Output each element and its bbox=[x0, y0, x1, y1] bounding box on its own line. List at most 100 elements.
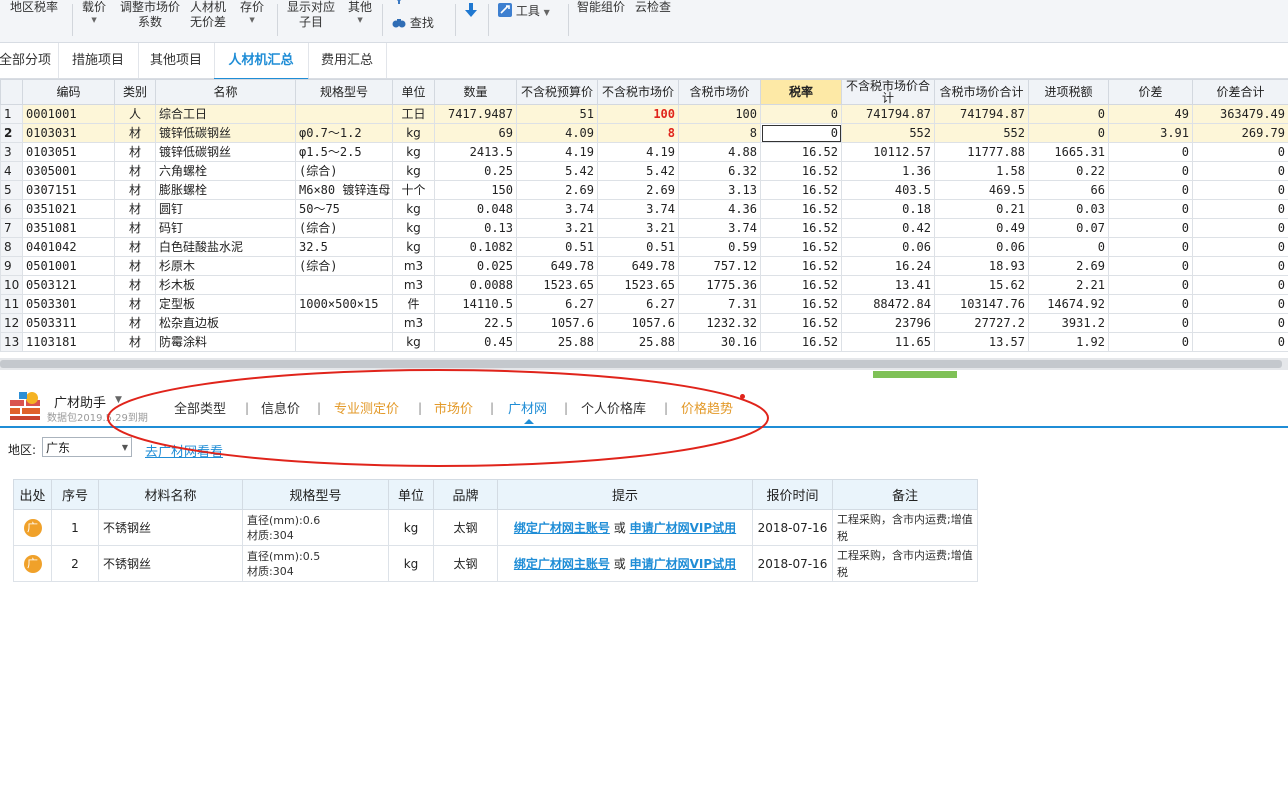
grid-cell[interactable]: 1.58 bbox=[934, 161, 1029, 181]
grid-cell[interactable]: 材 bbox=[114, 218, 156, 238]
grid-cell[interactable]: 6.27 bbox=[597, 294, 679, 314]
grid-cell[interactable]: 镀锌低碳钢丝 bbox=[155, 123, 296, 143]
grid-cell[interactable]: 3.13 bbox=[678, 180, 761, 200]
grid-cell[interactable]: 镀锌低碳钢丝 bbox=[155, 142, 296, 162]
grid-cell[interactable]: 0 bbox=[760, 104, 842, 124]
grid-cell[interactable]: m3 bbox=[392, 275, 435, 295]
table-row[interactable]: 3 0103051 材镀锌低碳钢丝 φ1.5～2.5 kg 2413.5 4.19 4.19 4… bbox=[0, 142, 1288, 162]
grid-cell[interactable]: 5.42 bbox=[597, 161, 679, 181]
grid-cell[interactable]: 材 bbox=[114, 294, 156, 314]
grid-cell[interactable]: 16.52 bbox=[760, 142, 842, 162]
grid-cell[interactable]: 18.93 bbox=[934, 256, 1029, 276]
col-header[interactable]: 含税市场价合计 bbox=[934, 79, 1029, 105]
grid-cell[interactable]: 1523.65 bbox=[597, 275, 679, 295]
grid-cell[interactable]: 0 bbox=[1108, 161, 1193, 181]
grid-cell[interactable] bbox=[295, 104, 393, 124]
grid-cell[interactable]: 材 bbox=[114, 161, 156, 181]
col-header[interactable]: 规格型号 bbox=[295, 79, 393, 105]
grid-cell[interactable]: 六角螺栓 bbox=[155, 161, 296, 181]
helper-tab-all-types[interactable]: 全部类型 bbox=[174, 398, 226, 417]
grid-cell[interactable]: 100 bbox=[597, 104, 679, 124]
helper-tab-price-trend[interactable]: 价格趋势 bbox=[681, 398, 733, 417]
col-header[interactable]: 价差合计 bbox=[1192, 79, 1288, 105]
col-header[interactable]: 不含税预算价 bbox=[516, 79, 598, 105]
tab-other-items[interactable]: 其他项目 bbox=[138, 43, 215, 78]
price-row[interactable]: 广 1 不锈钢丝 直径(mm):0.6 材质:304 kg 太钢 绑定广材网主账… bbox=[13, 509, 978, 546]
save-price-button[interactable]: 存价 ▼ bbox=[240, 0, 264, 25]
grid-cell[interactable]: 0.49 bbox=[934, 218, 1029, 238]
grid-cell[interactable]: 0 bbox=[1108, 313, 1193, 333]
region-select[interactable]: 广东 ▼ bbox=[42, 437, 132, 457]
grid-cell[interactable]: 1665.31 bbox=[1028, 142, 1109, 162]
grid-cell[interactable]: 469.5 bbox=[934, 180, 1029, 200]
grid-cell[interactable]: 0.51 bbox=[597, 237, 679, 257]
grid-cell[interactable]: 1103181 bbox=[22, 332, 115, 352]
tab-fee-summary[interactable]: 费用汇总 bbox=[308, 43, 387, 78]
col-header[interactable]: 编码 bbox=[22, 79, 115, 105]
grid-cell[interactable]: 0 bbox=[1108, 180, 1193, 200]
grid-cell[interactable]: 0 bbox=[1028, 123, 1109, 143]
grid-cell[interactable]: 圆钉 bbox=[155, 199, 296, 219]
grid-cell[interactable]: kg bbox=[392, 142, 435, 162]
grid-cell[interactable]: 0 bbox=[1108, 218, 1193, 238]
grid-cell[interactable]: 0305001 bbox=[22, 161, 115, 181]
table-row[interactable]: 9 0501001 材杉原木 (综合) m3 0.025 649.78 649.78 757.1… bbox=[0, 256, 1288, 276]
grid-cell[interactable]: 1775.36 bbox=[678, 275, 761, 295]
grid-cell[interactable]: 0 bbox=[1192, 256, 1288, 276]
grid-cell[interactable]: 4.19 bbox=[597, 142, 679, 162]
grid-cell[interactable]: 0 bbox=[1108, 237, 1193, 257]
grid-cell[interactable]: 0 bbox=[1108, 142, 1193, 162]
col-header[interactable]: 单位 bbox=[392, 79, 435, 105]
grid-cell[interactable]: 0 bbox=[1192, 237, 1288, 257]
grid-cell[interactable]: 103147.76 bbox=[934, 294, 1029, 314]
helper-tab-gcw[interactable]: 广材网 bbox=[508, 398, 547, 417]
helper-tab-market-price[interactable]: 市场价 bbox=[434, 398, 473, 417]
tools-button[interactable]: 工具 ▼ bbox=[498, 2, 550, 19]
grid-cell[interactable]: 49 bbox=[1108, 104, 1193, 124]
grid-cell[interactable]: 363479.49 bbox=[1192, 104, 1288, 124]
grid-cell[interactable]: 1057.6 bbox=[597, 313, 679, 333]
grid-cell[interactable]: 3.74 bbox=[516, 199, 598, 219]
show-subitem-button[interactable]: 显示对应 子目 bbox=[287, 0, 335, 30]
grid-cell[interactable]: m3 bbox=[392, 256, 435, 276]
grid-cell[interactable]: 69 bbox=[434, 123, 517, 143]
grid-cell[interactable]: 16.52 bbox=[760, 199, 842, 219]
grid-cell[interactable]: 10112.57 bbox=[841, 142, 935, 162]
grid-cell[interactable]: 5.42 bbox=[516, 161, 598, 181]
grid-cell[interactable]: 0 bbox=[1192, 180, 1288, 200]
grid-cell[interactable]: (综合) bbox=[295, 256, 393, 276]
grid-cell[interactable]: 2.69 bbox=[516, 180, 598, 200]
grid-cell[interactable]: 1057.6 bbox=[516, 313, 598, 333]
grid-cell[interactable]: 16.52 bbox=[760, 275, 842, 295]
grid-cell[interactable]: 0.25 bbox=[434, 161, 517, 181]
helper-tab-personal-library[interactable]: 个人价格库 bbox=[581, 398, 646, 417]
table-row[interactable]: 1 0001001 人综合工日 工日 7417.9487 51 100 100 0 741794.… bbox=[0, 104, 1288, 124]
grid-cell[interactable]: 7417.9487 bbox=[434, 104, 517, 124]
grid-cell[interactable]: 25.88 bbox=[597, 332, 679, 352]
grid-cell[interactable]: 0 bbox=[1192, 199, 1288, 219]
grid-cell[interactable]: 7.31 bbox=[678, 294, 761, 314]
grid-cell[interactable]: 防霉涂料 bbox=[155, 332, 296, 352]
grid-cell[interactable]: 0351081 bbox=[22, 218, 115, 238]
grid-cell[interactable]: 269.79 bbox=[1192, 123, 1288, 143]
grid-cell[interactable]: 2.69 bbox=[1028, 256, 1109, 276]
grid-cell[interactable]: 4.88 bbox=[678, 142, 761, 162]
grid-cell[interactable]: 材 bbox=[114, 142, 156, 162]
grid-cell[interactable]: 741794.87 bbox=[934, 104, 1029, 124]
smart-price-button[interactable]: 智能组价 bbox=[577, 0, 625, 15]
grid-cell[interactable]: 100 bbox=[678, 104, 761, 124]
grid-cell[interactable]: 0.42 bbox=[841, 218, 935, 238]
grid-cell[interactable]: kg bbox=[392, 237, 435, 257]
grid-cell[interactable]: 150 bbox=[434, 180, 517, 200]
grid-cell[interactable]: 0503311 bbox=[22, 313, 115, 333]
grid-cell[interactable]: 16.52 bbox=[760, 332, 842, 352]
grid-cell[interactable]: 0503301 bbox=[22, 294, 115, 314]
source-badge-icon[interactable]: 广 bbox=[23, 518, 42, 537]
grid-cell[interactable]: φ0.7～1.2 bbox=[295, 123, 393, 143]
grid-cell[interactable]: 0 bbox=[1192, 142, 1288, 162]
load-price-button[interactable]: 载价 ▼ bbox=[82, 0, 106, 25]
grid-cell[interactable]: 0 bbox=[1108, 332, 1193, 352]
grid-cell[interactable]: 0 bbox=[1192, 161, 1288, 181]
panel-splitter-handle[interactable] bbox=[873, 371, 957, 378]
grid-cell[interactable]: 22.5 bbox=[434, 313, 517, 333]
